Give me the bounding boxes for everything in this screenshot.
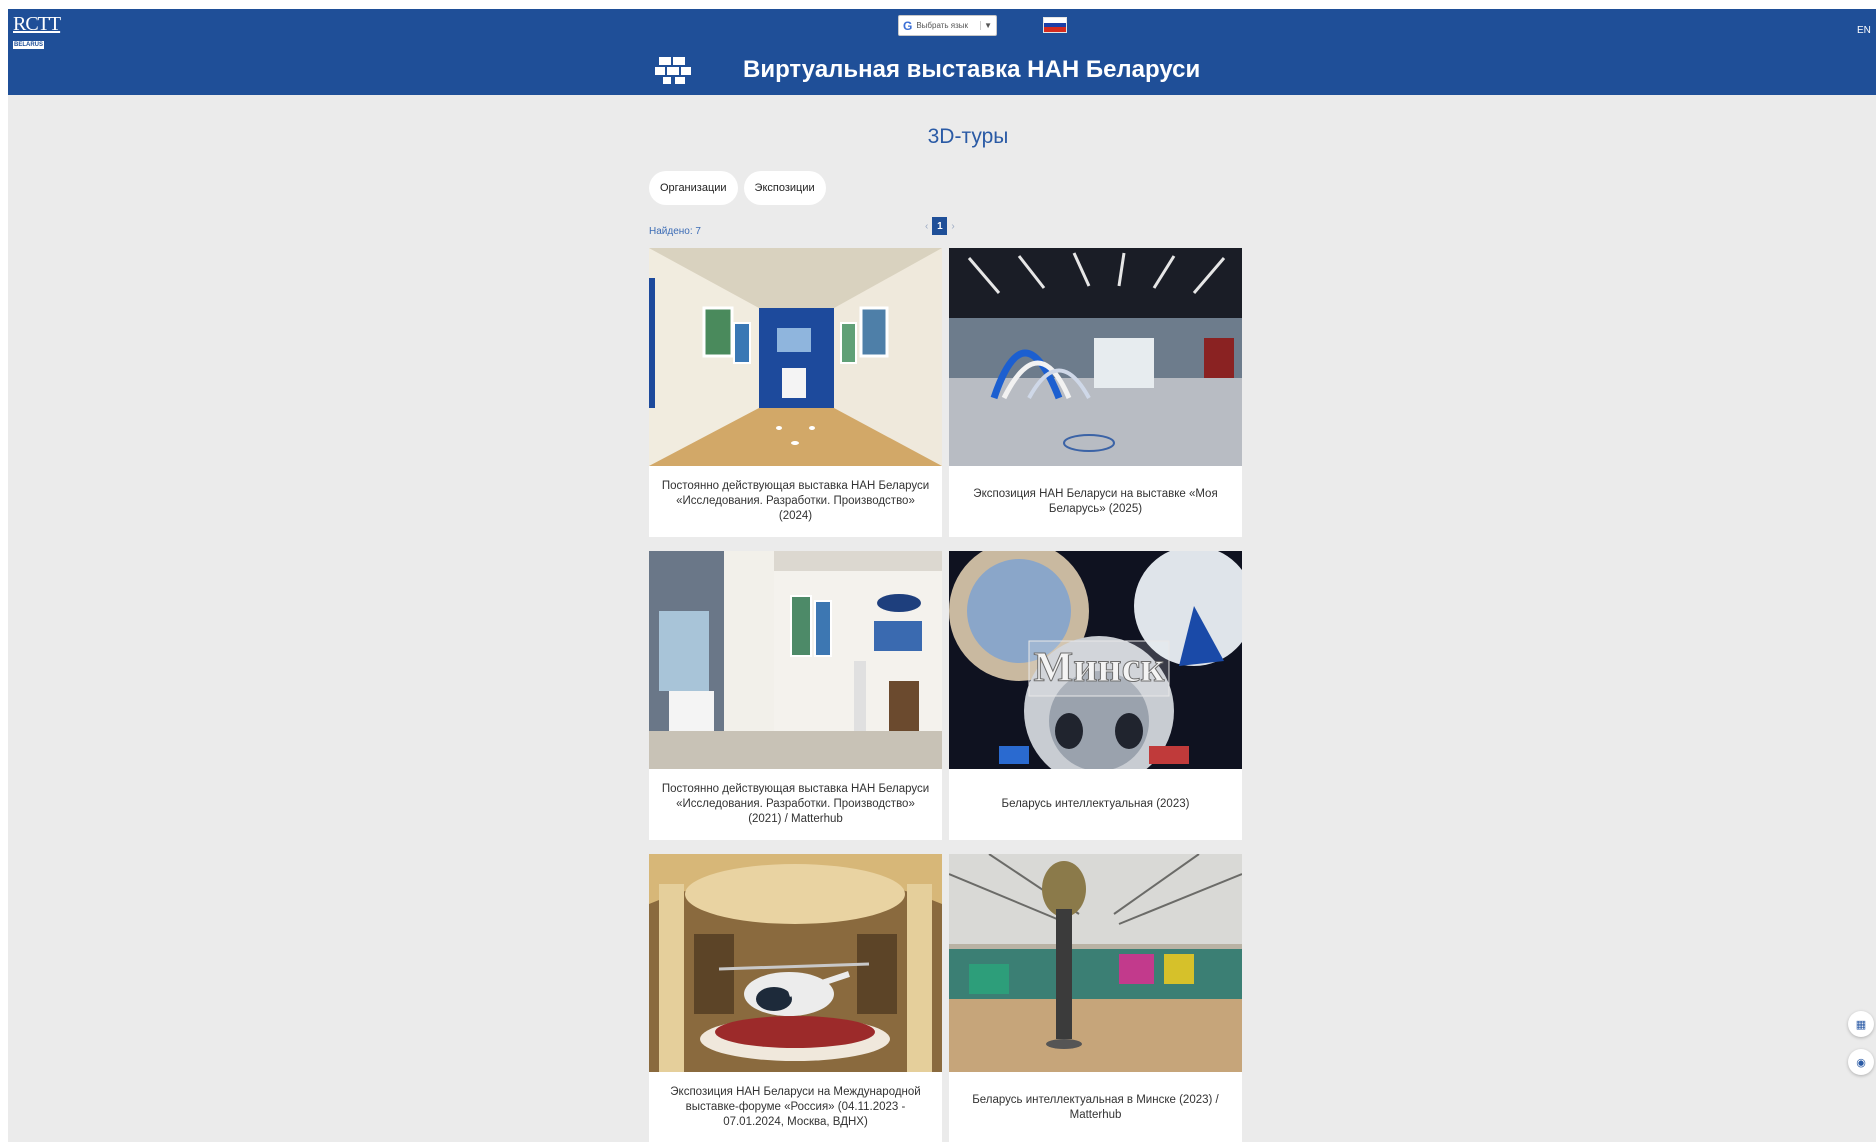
tour-thumbnail-image[interactable]: Минск bbox=[949, 551, 1242, 769]
tour-thumbnail-image[interactable] bbox=[949, 248, 1242, 466]
tours-grid: Постоянно действующая выставка НАН Белар… bbox=[649, 248, 1242, 1142]
tour-card[interactable]: Экспозиция НАН Беларуси на Международной… bbox=[649, 854, 942, 1142]
filter-organizations-button[interactable]: Организации bbox=[649, 171, 738, 205]
google-icon: G bbox=[903, 18, 913, 33]
tour-title[interactable]: Постоянно действующая выставка НАН Белар… bbox=[649, 769, 942, 840]
pagination: ‹ 1 › bbox=[925, 217, 955, 235]
tour-title[interactable]: Экспозиция НАН Беларуси на Международной… bbox=[649, 1072, 942, 1142]
tour-card[interactable]: Минск Беларусь интеллектуальная (2023) bbox=[949, 551, 1242, 840]
logo-text: RCTT bbox=[13, 13, 61, 35]
section-title: 3D-туры bbox=[927, 125, 1009, 148]
tour-title[interactable]: Беларусь интеллектуальная (2023) bbox=[949, 769, 1242, 840]
site-logo[interactable]: RCTT BELARUS bbox=[13, 13, 61, 49]
page-number-button[interactable]: 1 bbox=[932, 217, 948, 235]
russian-flag-icon[interactable] bbox=[1043, 17, 1067, 33]
site-title: Виртуальная выставка НАН Беларуси bbox=[743, 56, 1201, 83]
exhibition-icon bbox=[655, 57, 691, 84]
tour-card[interactable]: Беларусь интеллектуальная в Минске (2023… bbox=[949, 854, 1242, 1142]
page: RCTT BELARUS G Выбрать язык ▼ EN Виртуал… bbox=[8, 9, 1876, 1142]
chevron-down-icon: ▼ bbox=[980, 21, 992, 30]
tour-thumbnail-image[interactable] bbox=[949, 854, 1242, 1072]
accessibility-icon[interactable]: ◉ bbox=[1848, 1049, 1874, 1075]
translate-label: Выбрать язык bbox=[916, 21, 969, 30]
minsk-image-text: Минск bbox=[1034, 645, 1166, 691]
tour-title[interactable]: Беларусь интеллектуальная в Минске (2023… bbox=[949, 1072, 1242, 1142]
results-count: Найдено: 7 bbox=[649, 226, 701, 237]
tour-title[interactable]: Экспозиция НАН Беларуси на выставке «Моя… bbox=[949, 466, 1242, 537]
google-translate-select[interactable]: G Выбрать язык ▼ bbox=[898, 15, 997, 36]
tour-thumbnail-image[interactable] bbox=[649, 248, 942, 466]
filter-tabs: Организации Экспозиции bbox=[649, 171, 826, 205]
language-switch-en[interactable]: EN bbox=[1857, 25, 1871, 36]
logo-subtext: BELARUS bbox=[13, 41, 45, 49]
tour-title[interactable]: Постоянно действующая выставка НАН Белар… bbox=[649, 466, 942, 537]
filter-expositions-button[interactable]: Экспозиции bbox=[743, 171, 826, 205]
tour-card[interactable]: Постоянно действующая выставка НАН Белар… bbox=[649, 551, 942, 840]
header: RCTT BELARUS G Выбрать язык ▼ EN Виртуал… bbox=[8, 9, 1876, 95]
prev-page-icon[interactable]: ‹ bbox=[925, 221, 928, 232]
tour-thumbnail-image[interactable] bbox=[649, 551, 942, 769]
tour-thumbnail-image[interactable] bbox=[649, 854, 942, 1072]
tour-card[interactable]: Экспозиция НАН Беларуси на выставке «Моя… bbox=[949, 248, 1242, 537]
qr-icon[interactable]: ▦ bbox=[1848, 1011, 1874, 1037]
next-page-icon[interactable]: › bbox=[951, 221, 954, 232]
tour-card[interactable]: Постоянно действующая выставка НАН Белар… bbox=[649, 248, 942, 537]
